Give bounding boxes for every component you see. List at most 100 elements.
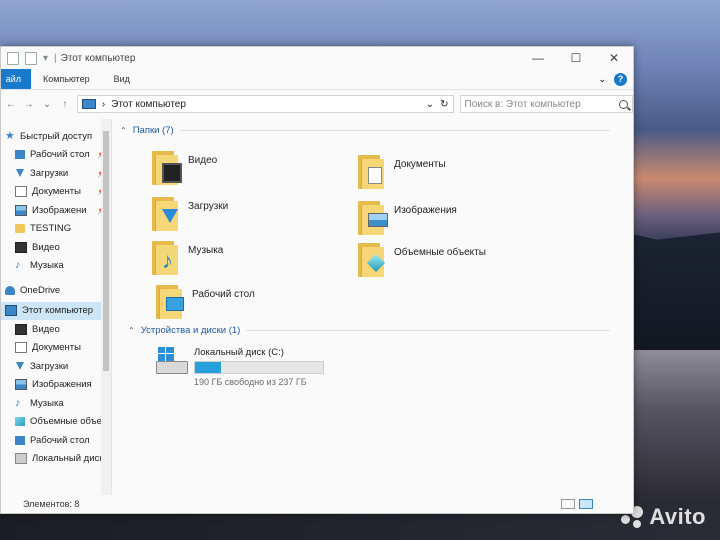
content-pane: ⌃ Папки (7) Видео Документы Загрузки Изо… [112,119,633,495]
properties-icon[interactable] [7,51,19,65]
group-divider [246,330,610,331]
nav-item-label: Видео [32,323,60,335]
address-dropdown-icon[interactable]: ⌄ [426,99,434,110]
address-bar[interactable]: › Этот компьютер ⌄ ↻ [76,95,454,113]
nav-item-documents[interactable]: Документы 📌 [1,183,111,202]
music-icon: ♪ [15,259,21,272]
downloads-folder-icon [152,195,182,231]
nav-this-pc[interactable]: Этот компьютер [1,301,111,320]
nav-item-label: Изображени [32,204,87,216]
maximize-button[interactable]: ☐ [557,51,595,65]
folder-label: Изображения [394,205,457,216]
large-icons-view-icon[interactable] [579,499,593,509]
folder-tile-desktop[interactable]: Рабочий стол [156,283,255,319]
folder-tile-pictures[interactable]: Изображения [358,199,457,235]
folder-label: Объемные объекты [394,247,486,258]
video-icon [15,323,27,335]
search-box[interactable]: Поиск в: Этот компьютер [459,95,633,113]
image-icon [15,379,27,391]
drive-usage-fill [195,362,221,373]
folder-label: Рабочий стол [192,289,255,300]
folder-tile-3d-objects[interactable]: Объемные объекты [358,241,486,277]
download-icon [16,169,24,178]
drive-free-space: 190 ГБ свободно из 237 ГБ [194,377,307,387]
star-icon: ★ [5,129,15,142]
nav-scrollbar[interactable] [101,119,111,495]
expand-ribbon-icon[interactable]: ⌄ [598,74,606,85]
nav-item-pc-3d-objects[interactable]: Объемные объе [1,413,111,432]
tab-view[interactable]: Вид [102,74,142,84]
forward-arrow-icon[interactable]: → [23,99,35,110]
nav-item-label: Объемные объе [30,416,102,428]
nav-item-music[interactable]: ♪ Музыка [1,257,111,276]
folders-group-header[interactable]: ⌃ Папки (7) [120,125,610,136]
folder-label: Музыка [188,245,224,256]
nav-item-pc-video[interactable]: Видео [1,320,111,339]
nav-item-video[interactable]: Видео [1,238,111,257]
search-icon[interactable] [618,99,628,109]
3d-objects-icon [15,417,25,427]
nav-item-pc-music[interactable]: ♪ Музыка [1,394,111,413]
group-divider [179,130,610,131]
title-separator: | [54,52,57,64]
ribbon-tabs: айл Компьютер Вид ⌄ ? [1,69,633,90]
search-placeholder[interactable]: Поиск в: Этот компьютер [465,99,581,110]
nav-item-pictures[interactable]: Изображени 📌 [1,201,111,220]
nav-item-downloads[interactable]: Загрузки 📌 [1,164,111,183]
nav-item-pc-downloads[interactable]: Загрузки [1,357,111,376]
documents-folder-icon [358,153,388,189]
folder-icon [15,224,25,234]
explorer-body: ★ Быстрый доступ Рабочий стол 📌 Загрузки… [1,119,633,495]
up-arrow-icon[interactable]: ↑ [59,99,71,110]
tab-computer[interactable]: Компьютер [31,74,102,84]
nav-item-desktop[interactable]: Рабочий стол 📌 [1,146,111,165]
nav-item-label: Локальный диск [32,453,104,465]
folder-tile-video[interactable]: Видео [152,149,217,185]
window-controls: — ☐ ✕ [519,51,633,65]
drive-tile-c[interactable]: Локальный диск (C:) 190 ГБ свободно из 2… [156,347,324,387]
nav-onedrive[interactable]: OneDrive [1,281,111,300]
nav-item-label: Загрузки [30,360,69,372]
address-path[interactable]: Этот компьютер [111,99,186,110]
nav-item-pc-pictures[interactable]: Изображения [1,376,111,395]
devices-group-header[interactable]: ⌃ Устройства и диски (1) [128,325,610,336]
nav-item-pc-documents[interactable]: Документы [1,339,111,358]
folder-tile-documents[interactable]: Документы [358,153,446,189]
nav-item-label: Видео [32,241,60,253]
nav-item-testing[interactable]: TESTING [1,220,111,239]
nav-scrollbar-thumb[interactable] [103,131,109,371]
minimize-button[interactable]: — [519,51,557,65]
drive-label: Локальный диск (C:) [194,347,284,358]
nav-item-label: TESTING [30,223,72,235]
nav-item-pc-desktop[interactable]: Рабочий стол [1,431,111,450]
nav-item-pc-local-disk[interactable]: Локальный диск [1,450,111,469]
this-pc-icon [81,99,96,109]
window-title: Этот компьютер [60,52,136,64]
image-icon [15,204,27,216]
tab-file[interactable]: айл [1,69,31,89]
collapse-chevron-icon[interactable]: ⌃ [120,126,127,135]
close-button[interactable]: ✕ [595,51,633,65]
video-icon [15,241,27,253]
help-icon[interactable]: ? [614,72,627,86]
navigation-pane: ★ Быстрый доступ Рабочий стол 📌 Загрузки… [1,119,112,495]
nav-quick-access[interactable]: ★ Быстрый доступ [1,127,111,146]
music-icon: ♪ [15,396,21,409]
nav-item-label: Изображения [32,379,92,391]
breadcrumb-chevron-icon[interactable]: › [102,99,105,110]
cloud-icon [5,285,15,295]
collapse-chevron-icon[interactable]: ⌃ [128,326,135,335]
back-arrow-icon[interactable]: ← [5,99,17,110]
details-view-icon[interactable] [561,499,575,509]
status-bar: Элементов: 8 [1,495,633,513]
watermark-text: Avito [649,504,706,529]
folder-tile-music[interactable]: ♪ Музыка [152,239,223,275]
nav-item-label: Музыка [30,260,64,272]
new-folder-icon[interactable] [25,51,37,65]
folder-label: Загрузки [188,201,229,212]
recent-locations-icon[interactable]: ⌄ [41,99,53,110]
refresh-icon[interactable]: ↻ [440,99,448,110]
computer-icon [5,305,17,317]
folder-tile-downloads[interactable]: Загрузки [152,195,228,231]
qat-dropdown-icon[interactable]: ▾ [43,53,48,64]
